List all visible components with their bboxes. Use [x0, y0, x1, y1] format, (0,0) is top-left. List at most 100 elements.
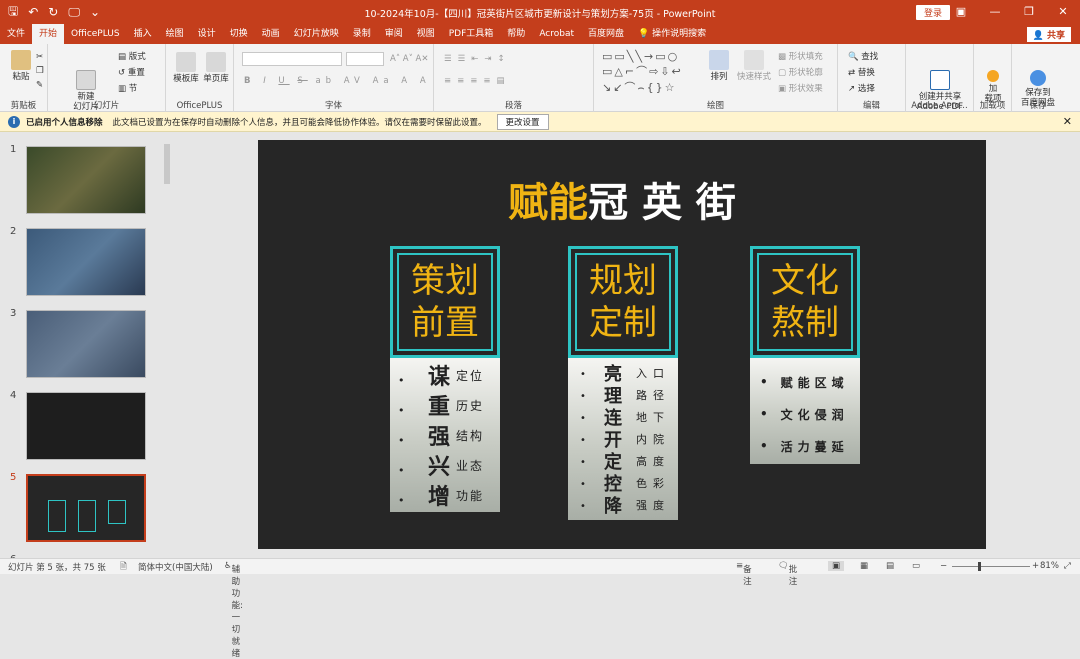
- zoom-out-button[interactable]: −: [940, 561, 947, 571]
- thumbnail-3[interactable]: 3: [0, 296, 160, 378]
- card-planning-front[interactable]: • • • • • 谋定位 重历史 强结构 兴业态 增功能 策划 前置: [390, 246, 500, 512]
- language-indicator[interactable]: 简体中文(中国大陆): [138, 561, 213, 573]
- card-body: • • • • • • • 亮入口 理路径 连地下 开内院 定高度 控色彩 降强度: [568, 358, 678, 520]
- shape-outline-button[interactable]: ▢ 形状轮廓: [778, 66, 823, 78]
- thumbnail-6[interactable]: 6: [0, 542, 160, 612]
- normal-view-button[interactable]: ▣: [828, 561, 845, 571]
- font-size-buttons[interactable]: A˄ A˅ A✕: [390, 54, 428, 64]
- undo-icon[interactable]: ↶: [28, 5, 38, 19]
- font-size-box[interactable]: [346, 52, 384, 66]
- info-text: 此文档已设置为在保存时自动删除个人信息，并且可能会降低协作体验。请仅在需要时保留…: [112, 117, 487, 128]
- tab-transitions[interactable]: 切换: [223, 24, 255, 44]
- tab-officeplus[interactable]: OfficePLUS: [64, 24, 127, 44]
- tab-slideshow[interactable]: 幻灯片放映: [287, 24, 346, 44]
- font-name-box[interactable]: [242, 52, 342, 66]
- fit-to-window-icon[interactable]: ⤢: [1064, 561, 1071, 571]
- pdf-icon: [930, 70, 950, 90]
- redo-icon[interactable]: ↻: [48, 5, 58, 19]
- shape-fill-button[interactable]: ▩ 形状填充: [778, 50, 823, 62]
- share-button[interactable]: 👤 共享: [1025, 26, 1072, 43]
- tab-design[interactable]: 设计: [191, 24, 223, 44]
- tab-help[interactable]: 帮助: [500, 24, 532, 44]
- quick-access-toolbar: 🖫 ↶ ↻ 🖵 ⌄: [0, 2, 100, 23]
- slide-sorter-button[interactable]: ▦: [860, 561, 868, 571]
- thumbnail-image: [26, 146, 146, 214]
- accessibility-status[interactable]: ♿ 辅助功能: 一切就绪: [224, 561, 243, 659]
- tab-draw[interactable]: 绘图: [159, 24, 191, 44]
- start-from-beginning-icon[interactable]: 🖵: [68, 5, 80, 20]
- close-icon[interactable]: ✕: [1063, 115, 1072, 128]
- thumbnail-2[interactable]: 2: [0, 214, 160, 296]
- slide-scrollbar[interactable]: [1068, 132, 1080, 558]
- slide-5[interactable]: 赋能冠 英 街 • • • • • 谋定位 重历史 强结构 兴业态 增功能 策划 前置 …: [258, 140, 986, 549]
- thumbnail-pane: 1 2 3 4 5 6: [0, 132, 162, 565]
- zoom-slider[interactable]: [952, 566, 1030, 567]
- font-format-buttons[interactable]: B I U S ab AV Aa A A: [244, 76, 431, 86]
- reset-button[interactable]: ↺ 重置: [118, 66, 145, 78]
- change-settings-button[interactable]: 更改设置: [496, 113, 549, 130]
- tab-pdf-toolbox[interactable]: PDF工具箱: [442, 24, 501, 44]
- group-clipboard: 粘贴 ✂ ❐ ✎ 剪贴板: [0, 44, 48, 112]
- quick-style-button[interactable]: 快速样式: [734, 50, 774, 82]
- select-button[interactable]: ↗ 选择: [848, 82, 875, 94]
- list-buttons[interactable]: ☰☰⇤⇥↕: [444, 54, 511, 64]
- layout-button[interactable]: ▤ 版式: [118, 50, 146, 62]
- paste-icon: [11, 50, 31, 70]
- slideshow-button[interactable]: ▭: [912, 561, 920, 571]
- find-button[interactable]: 🔍 查找: [848, 50, 878, 62]
- tab-file[interactable]: 文件: [0, 24, 32, 44]
- thumbnail-5[interactable]: 5: [0, 460, 160, 542]
- thumbnail-1[interactable]: 1: [0, 132, 160, 214]
- new-slide-icon: [76, 70, 96, 90]
- single-page-library-button[interactable]: 单页库: [202, 52, 230, 84]
- cut-icon[interactable]: ✂: [36, 52, 43, 62]
- spelling-icon[interactable]: 🗎: [120, 561, 127, 575]
- thumbnail-image: [26, 310, 146, 378]
- notes-button[interactable]: ≡ 备注: [736, 561, 752, 587]
- ribbon-display-options-icon[interactable]: ▣: [944, 0, 978, 24]
- tab-acrobat[interactable]: Acrobat: [532, 24, 581, 44]
- restore-button[interactable]: ❐: [1012, 0, 1046, 24]
- zoom-slider-thumb[interactable]: [978, 562, 981, 571]
- customize-toolbar-icon[interactable]: ⌄: [90, 5, 100, 19]
- tab-home[interactable]: 开始: [32, 24, 65, 44]
- comments-button[interactable]: 🗨 批注: [778, 561, 797, 587]
- format-painter-icon[interactable]: ✎: [36, 80, 43, 90]
- template-library-button[interactable]: 模板库: [172, 52, 200, 84]
- replace-button[interactable]: ⇄ 替换: [848, 66, 875, 78]
- minimize-button[interactable]: —: [978, 0, 1012, 24]
- align-buttons[interactable]: ≡≡≡≡▤: [444, 76, 511, 86]
- save-icon[interactable]: 🖫: [8, 2, 18, 23]
- tab-animations[interactable]: 动画: [255, 24, 287, 44]
- card-body: • • • • • 谋定位 重历史 强结构 兴业态 增功能: [390, 358, 500, 512]
- tab-review[interactable]: 审阅: [378, 24, 410, 44]
- ribbon: 粘贴 ✂ ❐ ✎ 剪贴板 新建 幻灯片 ▤ 版式 ↺ 重置 ▥ 节 幻灯片 模板…: [0, 44, 1080, 112]
- arrange-button[interactable]: 排列: [702, 50, 736, 82]
- tell-me-search[interactable]: 💡 操作说明搜索: [631, 24, 713, 44]
- tab-insert[interactable]: 插入: [127, 24, 159, 44]
- zoom-level[interactable]: 81%: [1040, 561, 1059, 571]
- section-button[interactable]: ▥ 节: [118, 82, 137, 94]
- group-save: 保存到 百度网盘 保存: [1012, 44, 1064, 112]
- thumbnail-4[interactable]: 4: [0, 378, 160, 460]
- reading-view-button[interactable]: ▤: [886, 561, 894, 571]
- card-planning-custom[interactable]: • • • • • • • 亮入口 理路径 连地下 开内院 定高度 控色彩 降强度 规划 定…: [568, 246, 678, 520]
- thumbnail-scrollbar[interactable]: [162, 132, 172, 558]
- template-icon: [176, 52, 196, 72]
- quick-style-icon: [744, 50, 764, 70]
- paste-button[interactable]: 粘贴: [6, 50, 36, 82]
- shapes-gallery[interactable]: ▭▭╲╲→▭○ ▭△⌐⌒⇨⇩↩ ↘↙⌒⌢{}☆: [602, 50, 683, 95]
- zoom-in-button[interactable]: +: [1032, 561, 1039, 571]
- tab-baidu[interactable]: 百度网盘: [581, 24, 631, 44]
- card-culture-brew[interactable]: • 赋能区域 • 文化侵润 • 活力蔓延 文化 熬制: [750, 246, 860, 464]
- group-adobe: 创建并共享 Adobe PDF Adobe Acro...: [906, 44, 974, 112]
- shape-effect-button[interactable]: ▣ 形状效果: [778, 82, 823, 94]
- copy-icon[interactable]: ❐: [36, 66, 44, 76]
- tab-view[interactable]: 视图: [410, 24, 442, 44]
- tab-record[interactable]: 录制: [346, 24, 378, 44]
- slide-title[interactable]: 赋能冠 英 街: [258, 170, 986, 228]
- thumbnail-image: [26, 392, 146, 460]
- close-button[interactable]: ✕: [1046, 0, 1080, 24]
- group-slides: 新建 幻灯片 ▤ 版式 ↺ 重置 ▥ 节 幻灯片: [48, 44, 166, 112]
- ribbon-tabs: 文件 开始 OfficePLUS 插入 绘图 设计 切换 动画 幻灯片放映 录制…: [0, 24, 1080, 44]
